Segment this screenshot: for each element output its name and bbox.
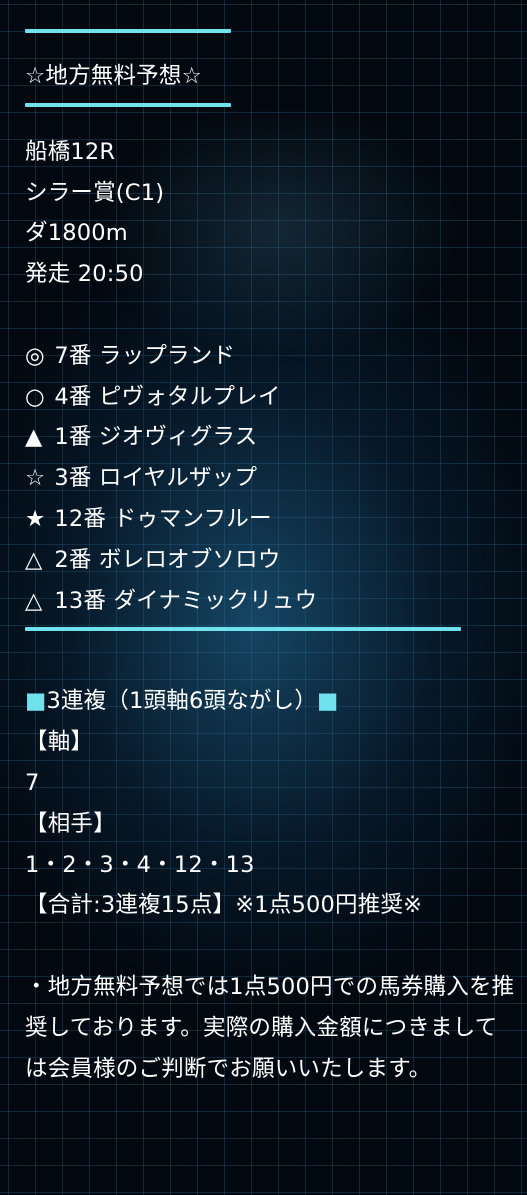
pick-text: 7番 ラップランド bbox=[54, 342, 236, 369]
list-item: ◎ 7番 ラップランド bbox=[25, 336, 515, 377]
mark-honmei: ◎ bbox=[25, 342, 45, 369]
partner-value: 1・2・3・4・12・13 bbox=[25, 851, 255, 878]
mark-hoshi: ☆ bbox=[25, 465, 46, 492]
mark-renka: △ bbox=[25, 546, 43, 573]
race-info: 船橋12R シラー賞(C1) ダ1800m 発走 20:50 bbox=[25, 132, 515, 295]
pick-text: 12番 ドゥマンフルー bbox=[54, 505, 272, 532]
list-item: ○ 4番 ピヴォタルプレイ bbox=[25, 377, 515, 418]
picks-list: ◎ 7番 ラップランド ○ 4番 ピヴォタルプレイ ▲ 1番 ジオヴィグラス ☆… bbox=[25, 336, 515, 622]
purchase-note: ・地方無料予想では1点500円での馬券購入を推奨しております。実際の購入金額につ… bbox=[25, 973, 515, 1082]
bet-type-heading: ■3連複（1頭軸6頭ながし）■ bbox=[25, 681, 515, 722]
axis-header: 【軸】 bbox=[25, 729, 94, 756]
race-start-time: 発走 20:50 bbox=[25, 261, 144, 288]
race-venue: 船橋12R bbox=[25, 138, 116, 165]
pick-text: 1番 ジオヴィグラス bbox=[54, 424, 258, 451]
list-item: ☆ 3番 ロイヤルザップ bbox=[25, 458, 515, 499]
bet-type-label: 3連複（1頭軸6頭ながし） bbox=[46, 688, 318, 715]
prediction-post: ☆地方無料予想☆ 船橋12R シラー賞(C1) ダ1800m 発走 20:50 … bbox=[25, 0, 515, 1089]
mark-taikou: ○ bbox=[25, 383, 45, 410]
partner-header: 【相手】 bbox=[25, 810, 116, 837]
list-item: △ 2番 ボレロオブソロウ bbox=[25, 540, 515, 581]
list-item: △ 13番 ダイナミックリュウ bbox=[25, 581, 515, 622]
page-title: ☆地方無料予想☆ bbox=[25, 63, 202, 89]
race-course: ダ1800m bbox=[25, 220, 128, 247]
pick-text: 13番 ダイナミックリュウ bbox=[54, 587, 318, 614]
bet-section: ■3連複（1頭軸6頭ながし）■ 【軸】 7 【相手】 1・2・3・4・12・13… bbox=[25, 681, 515, 926]
mark-renka: △ bbox=[25, 587, 43, 614]
list-item: ★ 12番 ドゥマンフルー bbox=[25, 499, 515, 540]
mark-black-star: ★ bbox=[25, 505, 46, 532]
pick-text: 4番 ピヴォタルプレイ bbox=[54, 383, 281, 410]
pick-text: 3番 ロイヤルザップ bbox=[54, 465, 258, 492]
square-mark: ■ bbox=[317, 688, 339, 715]
axis-value: 7 bbox=[25, 769, 40, 796]
pick-text: 2番 ボレロオブソロウ bbox=[54, 546, 281, 573]
race-name: シラー賞(C1) bbox=[25, 179, 165, 206]
list-item: ▲ 1番 ジオヴィグラス bbox=[25, 417, 515, 458]
square-mark: ■ bbox=[25, 688, 47, 715]
mark-tanana: ▲ bbox=[25, 424, 43, 451]
bet-total: 【合計:3連複15点】※1点500円推奨※ bbox=[25, 892, 423, 919]
